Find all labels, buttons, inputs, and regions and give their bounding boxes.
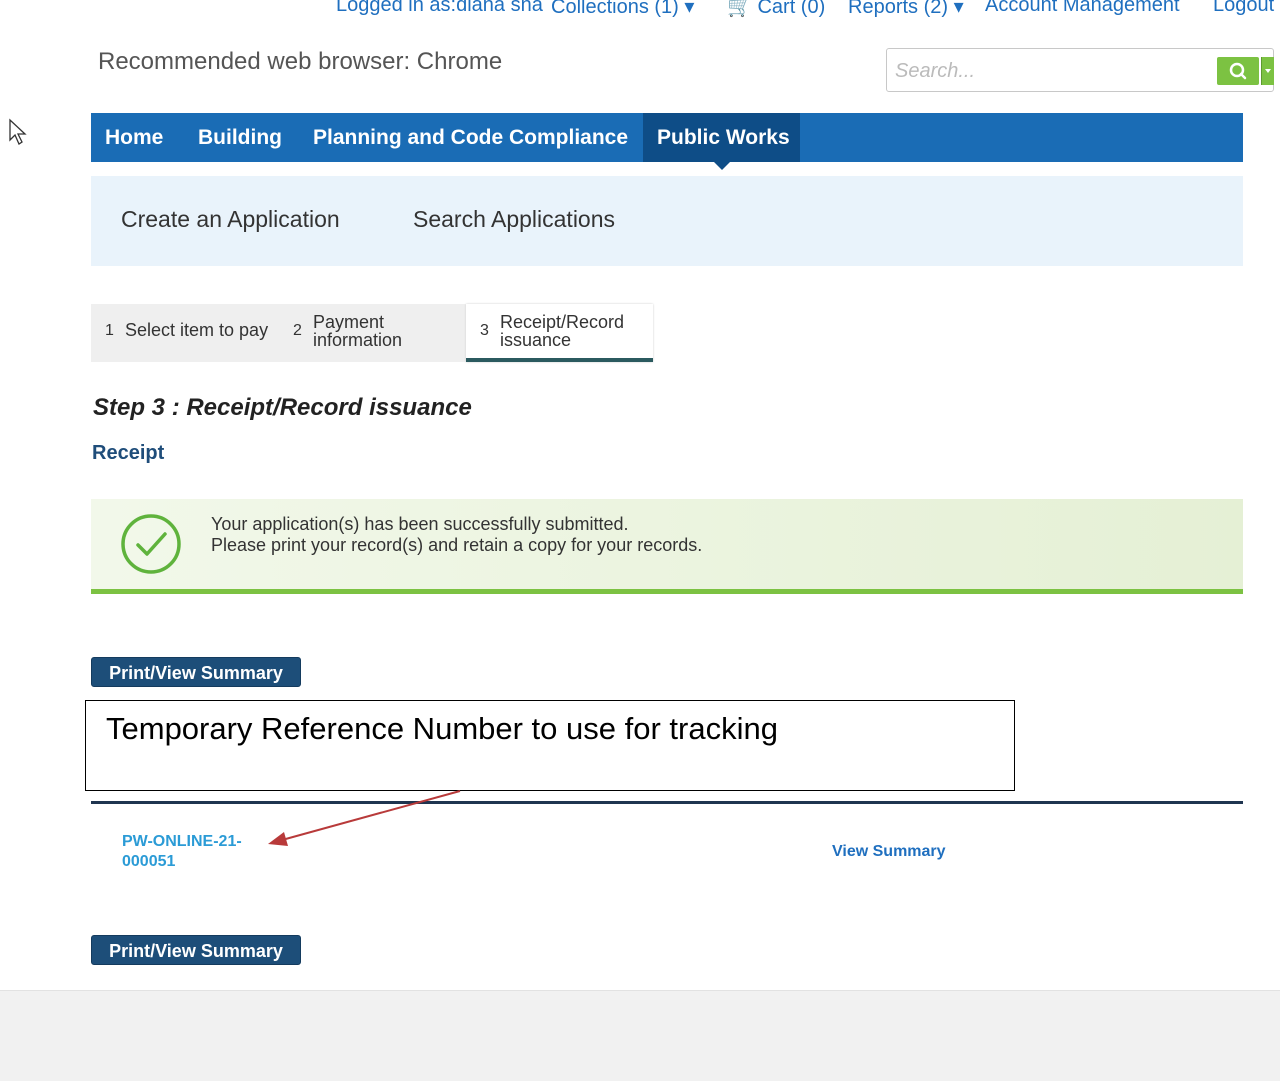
page-footer [0, 990, 1280, 1081]
annotation-arrow [268, 790, 461, 846]
record-number-link[interactable]: PW-ONLINE-21- 000051 [122, 832, 262, 872]
view-summary-link[interactable]: View Summary [832, 843, 946, 861]
print-view-summary-button-bottom[interactable]: Print/View Summary [91, 935, 301, 965]
